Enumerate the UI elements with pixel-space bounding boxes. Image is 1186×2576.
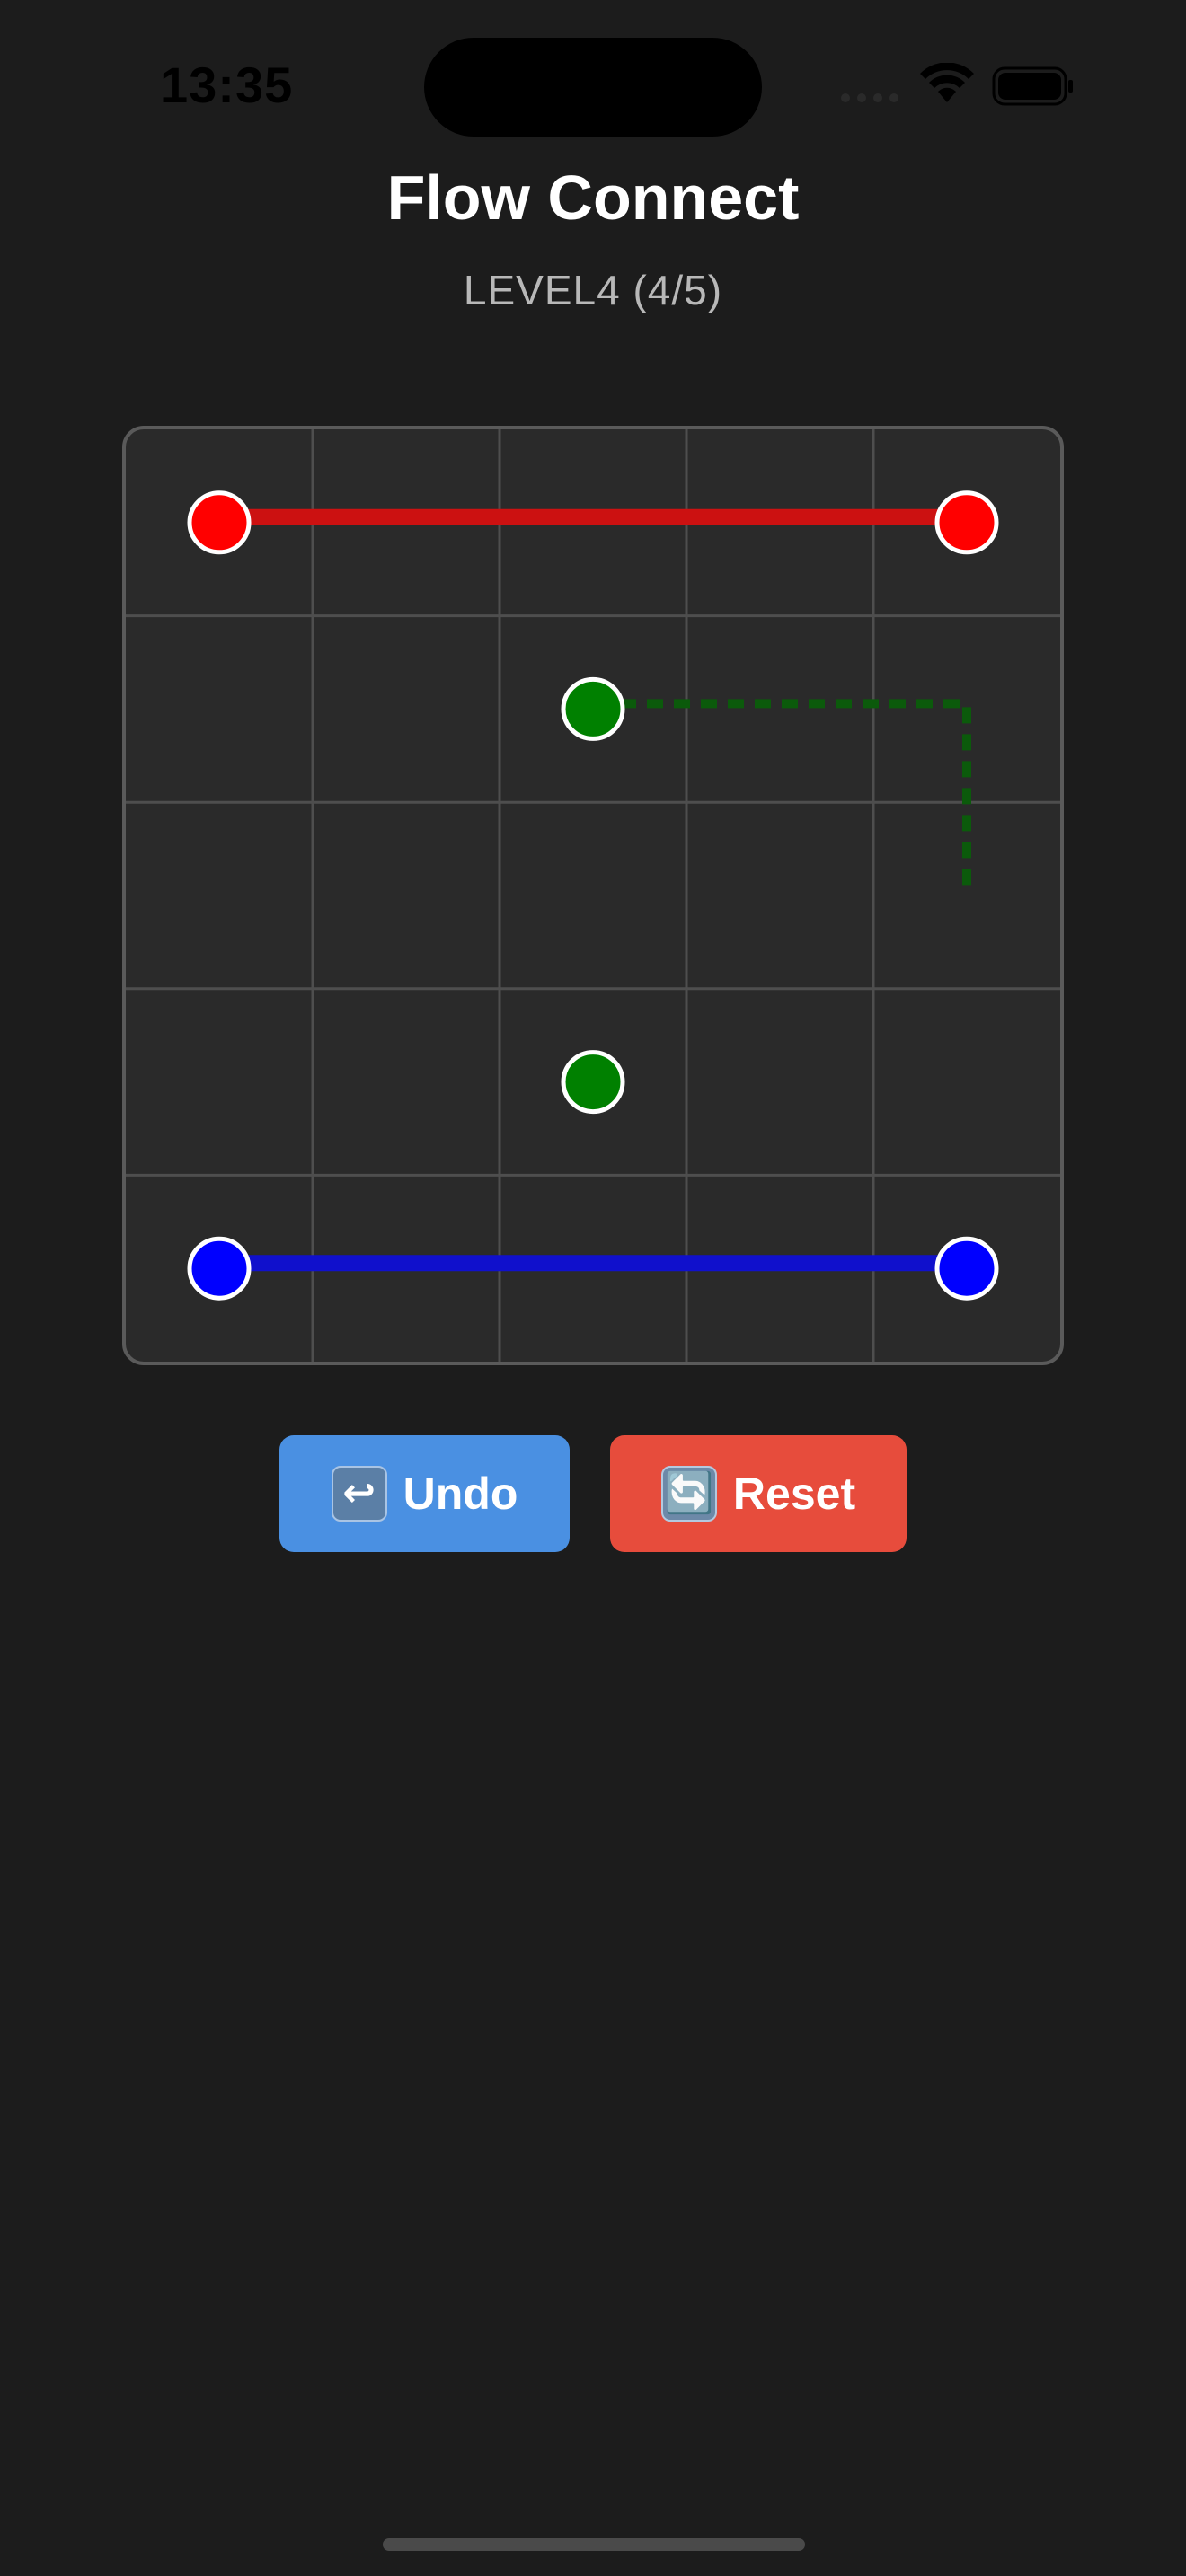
board-grid[interactable] [122, 426, 1064, 1365]
dynamic-island [424, 38, 762, 137]
blue-endpoint-dot[interactable] [187, 1236, 252, 1301]
red-endpoint-dot[interactable] [934, 490, 999, 555]
green-endpoint-dot[interactable] [561, 676, 625, 741]
reset-label: Reset [732, 1469, 856, 1519]
wifi-icon [920, 63, 974, 102]
undo-label: Undo [403, 1469, 518, 1519]
undo-icon: ↩ [331, 1466, 387, 1522]
cellular-signal-icon [841, 93, 898, 102]
app-screen: 13:35 Flow Connect LEVEL4 (4/5) ↩ Undo 🔄… [0, 0, 1186, 2576]
blue-endpoint-dot[interactable] [934, 1236, 999, 1301]
game-title: Flow Connect [386, 163, 800, 233]
level-indicator: LEVEL4 (4/5) [463, 267, 723, 313]
green-endpoint-dot[interactable] [561, 1050, 625, 1115]
green-flow-path [593, 699, 971, 890]
home-indicator [383, 2538, 805, 2551]
reset-icon: 🔄 [660, 1466, 717, 1522]
reset-button[interactable]: 🔄 Reset [610, 1435, 907, 1552]
battery-icon [992, 66, 1073, 106]
status-time: 13:35 [160, 57, 294, 113]
red-endpoint-dot[interactable] [187, 490, 252, 555]
undo-button[interactable]: ↩ Undo [279, 1435, 570, 1552]
